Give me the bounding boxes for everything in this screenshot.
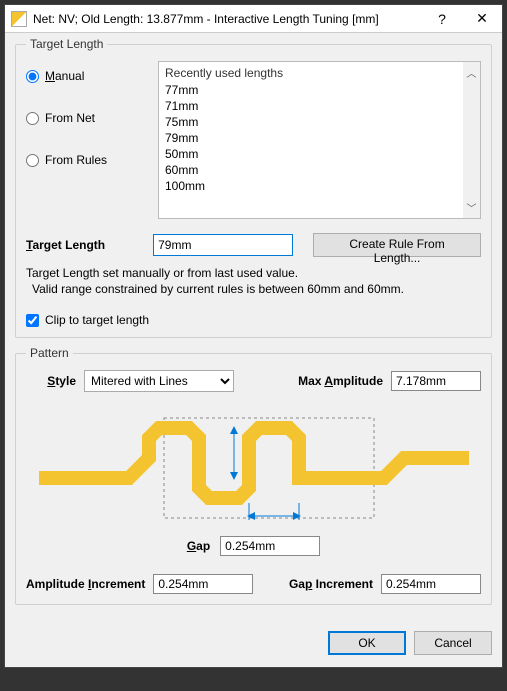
pattern-diagram	[26, 398, 481, 532]
clip-checkbox[interactable]	[26, 314, 39, 327]
amplitude-increment-input[interactable]	[153, 574, 253, 594]
list-item[interactable]: 75mm	[165, 114, 480, 130]
radio-from-net-input[interactable]	[26, 112, 39, 125]
amplitude-increment-label: Amplitude Increment	[26, 577, 145, 591]
gap-increment-label: Gap Increment	[289, 577, 373, 591]
close-button[interactable]: ✕	[462, 6, 502, 32]
ok-button[interactable]: OK	[328, 631, 406, 655]
scroll-up-icon[interactable]: ︿	[467, 62, 477, 83]
dialog-footer: OK Cancel	[5, 623, 502, 667]
radio-manual[interactable]: Manual	[26, 69, 146, 83]
scroll-down-icon[interactable]: ﹀	[467, 197, 477, 218]
pattern-group: Pattern Style Mitered with Lines Max Amp…	[15, 346, 492, 605]
hint-text: Target Length set manually or from last …	[26, 265, 481, 297]
radio-from-rules-input[interactable]	[26, 154, 39, 167]
help-button[interactable]: ?	[422, 6, 462, 32]
max-amplitude-label: Max Amplitude	[298, 374, 383, 388]
gap-label: Gap	[187, 539, 210, 553]
radio-from-rules[interactable]: From Rules	[26, 153, 146, 167]
listbox-scrollbar[interactable]: ︿ ﹀	[463, 62, 480, 218]
app-icon	[11, 11, 27, 27]
pattern-legend: Pattern	[26, 346, 73, 360]
target-length-label: Target Length	[26, 238, 143, 252]
list-item[interactable]: 71mm	[165, 98, 480, 114]
dialog-window: Net: NV; Old Length: 13.877mm - Interact…	[4, 4, 503, 668]
gap-input[interactable]	[220, 536, 320, 556]
radio-from-net[interactable]: From Net	[26, 111, 146, 125]
clip-checkbox-row[interactable]: Clip to target length	[26, 313, 481, 327]
list-item[interactable]: 50mm	[165, 146, 480, 162]
radio-from-rules-label: From Rules	[45, 153, 107, 167]
tuning-pattern-svg	[34, 408, 474, 528]
clip-checkbox-label: Clip to target length	[45, 313, 149, 327]
window-title: Net: NV; Old Length: 13.877mm - Interact…	[33, 12, 422, 26]
gap-increment-input[interactable]	[381, 574, 481, 594]
max-amplitude-input[interactable]	[391, 371, 481, 391]
cancel-button[interactable]: Cancel	[414, 631, 492, 655]
target-length-group: Target Length Manual From Net From Rules	[15, 37, 492, 338]
target-length-legend: Target Length	[26, 37, 107, 51]
style-select[interactable]: Mitered with Lines	[84, 370, 234, 392]
list-item[interactable]: 60mm	[165, 162, 480, 178]
dialog-content: Target Length Manual From Net From Rules	[5, 33, 502, 623]
hint-line-1: Target Length set manually or from last …	[26, 265, 481, 281]
recently-used-listbox[interactable]: Recently used lengths 77mm 71mm 75mm 79m…	[158, 61, 481, 219]
list-item[interactable]: 100mm	[165, 178, 480, 194]
titlebar: Net: NV; Old Length: 13.877mm - Interact…	[5, 5, 502, 33]
radio-manual-input[interactable]	[26, 70, 39, 83]
list-item[interactable]: 77mm	[165, 82, 480, 98]
target-mode-radios: Manual From Net From Rules	[26, 61, 146, 219]
listbox-header: Recently used lengths	[165, 64, 480, 82]
radio-manual-label: Manual	[45, 69, 84, 83]
list-item[interactable]: 79mm	[165, 130, 480, 146]
radio-from-net-label: From Net	[45, 111, 95, 125]
style-label: Style	[26, 374, 76, 388]
hint-line-2: Valid range constrained by current rules…	[26, 281, 481, 297]
create-rule-button[interactable]: Create Rule From Length...	[313, 233, 481, 257]
target-length-input[interactable]	[153, 234, 293, 256]
